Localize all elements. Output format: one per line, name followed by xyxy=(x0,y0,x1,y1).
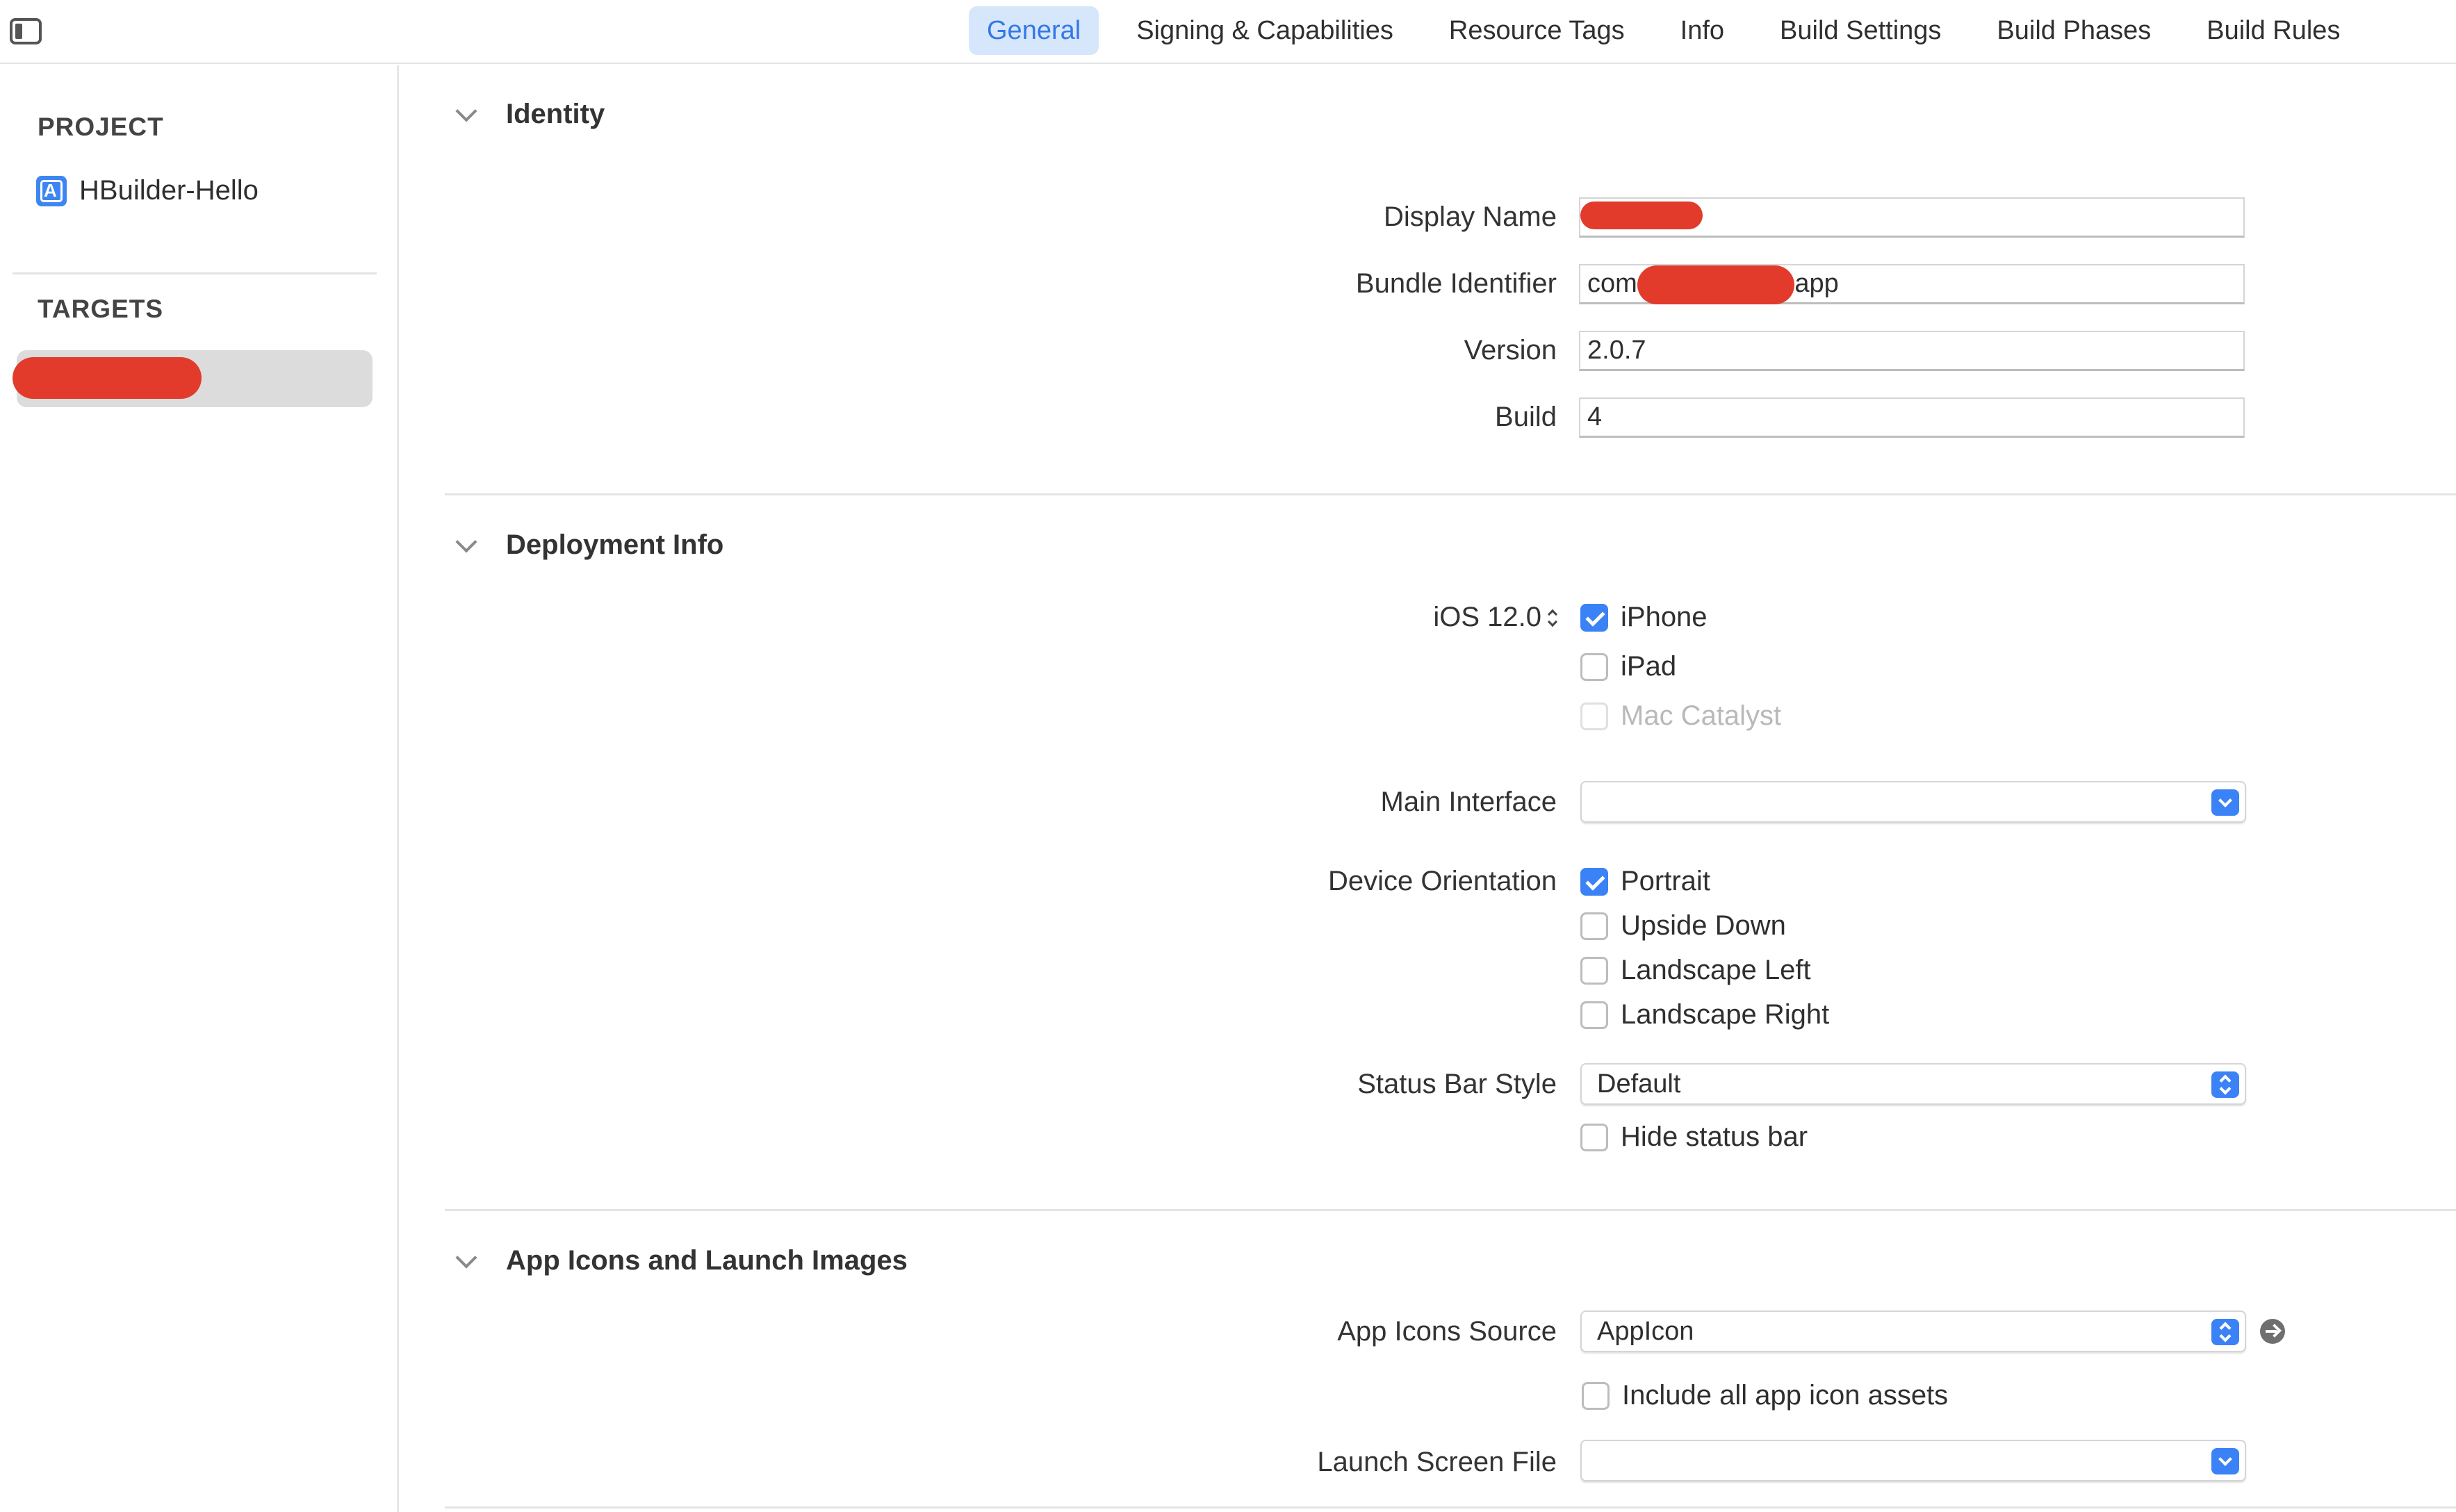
main-interface-label: Main Interface xyxy=(1380,787,1557,817)
checkbox-unchecked-icon xyxy=(1580,1001,1608,1029)
project-heading: PROJECT xyxy=(38,113,164,141)
top-tab-bar: General Signing & Capabilities Resource … xyxy=(0,0,2456,64)
tab-signing-capabilities[interactable]: Signing & Capabilities xyxy=(1118,6,1411,55)
chevron-down-icon xyxy=(455,530,477,553)
tab-info[interactable]: Info xyxy=(1662,6,1742,55)
chevron-down-icon[interactable] xyxy=(2211,1448,2239,1474)
chevron-down-icon[interactable] xyxy=(2211,789,2239,816)
version-field[interactable]: 2.0.7 xyxy=(1579,331,2245,371)
sidebar-item-project[interactable]: HBuilder-Hello xyxy=(36,175,259,206)
landscape-left-checkbox[interactable]: Landscape Left xyxy=(1580,955,1811,986)
section-divider xyxy=(445,1506,2456,1509)
redaction-mark xyxy=(1580,202,1703,229)
targets-heading: TARGETS xyxy=(38,295,164,323)
sidebar-divider xyxy=(13,272,377,274)
section-title: Identity xyxy=(506,99,605,129)
editor-tabs: General Signing & Capabilities Resource … xyxy=(969,6,2377,56)
device-orientation-label: Device Orientation xyxy=(1327,866,1557,896)
checkbox-label: iPad xyxy=(1621,651,1677,682)
app-icons-section-header[interactable]: App Icons and Launch Images xyxy=(455,1245,908,1276)
updown-arrows-icon xyxy=(2211,1071,2239,1098)
display-name-label: Display Name xyxy=(1384,202,1557,232)
upside-down-checkbox[interactable]: Upside Down xyxy=(1580,910,1786,942)
sidebar-toggle-icon[interactable] xyxy=(10,18,42,44)
stepper-updown-icon xyxy=(1547,609,1557,627)
landscape-right-checkbox[interactable]: Landscape Right xyxy=(1580,999,1829,1030)
checkbox-label: iPhone xyxy=(1621,602,1708,632)
checkbox-label: Landscape Left xyxy=(1621,955,1811,985)
redaction-mark xyxy=(13,357,202,399)
bundle-identifier-label: Bundle Identifier xyxy=(1355,268,1557,299)
checkbox-unchecked-icon xyxy=(1580,1123,1608,1151)
mac-catalyst-checkbox: Mac Catalyst xyxy=(1580,700,1781,732)
sidebar-item-target-selected[interactable] xyxy=(13,350,373,407)
app-icons-source-label: App Icons Source xyxy=(1337,1316,1557,1347)
chevron-down-icon xyxy=(455,1246,477,1269)
display-name-field[interactable] xyxy=(1579,197,2245,238)
general-settings-pane: Identity Display Name Bundle Identifier … xyxy=(445,65,2456,1512)
checkbox-disabled-icon xyxy=(1580,702,1608,730)
app-icons-source-value: AppIcon xyxy=(1597,1317,1694,1346)
section-divider xyxy=(445,493,2456,495)
updown-arrows-icon xyxy=(2211,1319,2239,1345)
tab-general[interactable]: General xyxy=(969,6,1099,55)
app-project-icon xyxy=(36,175,67,206)
checkbox-checked-icon xyxy=(1580,867,1608,896)
ios-version-selector[interactable]: iOS 12.0 xyxy=(1433,602,1557,633)
checkbox-checked-icon xyxy=(1580,603,1608,632)
status-bar-style-value: Default xyxy=(1597,1069,1681,1099)
section-title: App Icons and Launch Images xyxy=(506,1245,908,1276)
checkbox-unchecked-icon xyxy=(1580,912,1608,940)
status-bar-style-label: Status Bar Style xyxy=(1357,1069,1557,1099)
version-label: Version xyxy=(1464,335,1557,365)
tab-build-settings[interactable]: Build Settings xyxy=(1762,6,1959,55)
app-icons-source-popup[interactable]: AppIcon xyxy=(1580,1310,2246,1352)
bundle-id-suffix: .app xyxy=(1787,269,1839,298)
checkbox-label: Landscape Right xyxy=(1621,999,1830,1030)
hide-status-bar-checkbox[interactable]: Hide status bar xyxy=(1580,1121,1808,1153)
launch-screen-file-combobox[interactable] xyxy=(1580,1440,2246,1481)
ipad-checkbox[interactable]: iPad xyxy=(1580,651,1676,682)
checkbox-label: Upside Down xyxy=(1621,910,1786,941)
checkbox-unchecked-icon xyxy=(1582,1381,1610,1410)
project-navigator-sidebar: PROJECT HBuilder-Hello TARGETS xyxy=(0,65,399,1512)
checkbox-unchecked-icon xyxy=(1580,956,1608,985)
checkbox-label: Mac Catalyst xyxy=(1621,700,1782,731)
checkbox-unchecked-icon xyxy=(1580,652,1608,681)
include-all-icons-checkbox[interactable]: Include all app icon assets xyxy=(1582,1380,1948,1411)
ios-version-label: iOS 12.0 xyxy=(1433,602,1541,632)
iphone-checkbox[interactable]: iPhone xyxy=(1580,602,1708,633)
build-label: Build xyxy=(1495,402,1557,432)
redaction-mark xyxy=(1637,265,1794,304)
chevron-down-icon xyxy=(455,99,477,122)
section-title: Deployment Info xyxy=(506,529,724,560)
identity-section-header[interactable]: Identity xyxy=(455,99,605,130)
tab-build-phases[interactable]: Build Phases xyxy=(1979,6,2169,55)
build-field[interactable]: 4 xyxy=(1579,397,2245,438)
checkbox-label: Hide status bar xyxy=(1621,1121,1808,1152)
tab-build-rules[interactable]: Build Rules xyxy=(2188,6,2358,55)
deployment-section-header[interactable]: Deployment Info xyxy=(455,529,724,561)
checkbox-label: Include all app icon assets xyxy=(1622,1380,1949,1411)
tab-resource-tags[interactable]: Resource Tags xyxy=(1431,6,1643,55)
launch-screen-file-label: Launch Screen File xyxy=(1317,1447,1557,1477)
main-interface-combobox[interactable] xyxy=(1580,781,2246,823)
bundle-identifier-field[interactable]: com .app xyxy=(1579,264,2245,304)
section-divider xyxy=(445,1209,2456,1211)
portrait-checkbox[interactable]: Portrait xyxy=(1580,866,1710,897)
bundle-id-prefix: com xyxy=(1587,269,1637,298)
checkbox-label: Portrait xyxy=(1621,866,1710,896)
go-to-asset-arrow-icon[interactable] xyxy=(2260,1319,2285,1344)
status-bar-style-popup[interactable]: Default xyxy=(1580,1063,2246,1105)
sidebar-item-label: HBuilder-Hello xyxy=(79,175,259,206)
